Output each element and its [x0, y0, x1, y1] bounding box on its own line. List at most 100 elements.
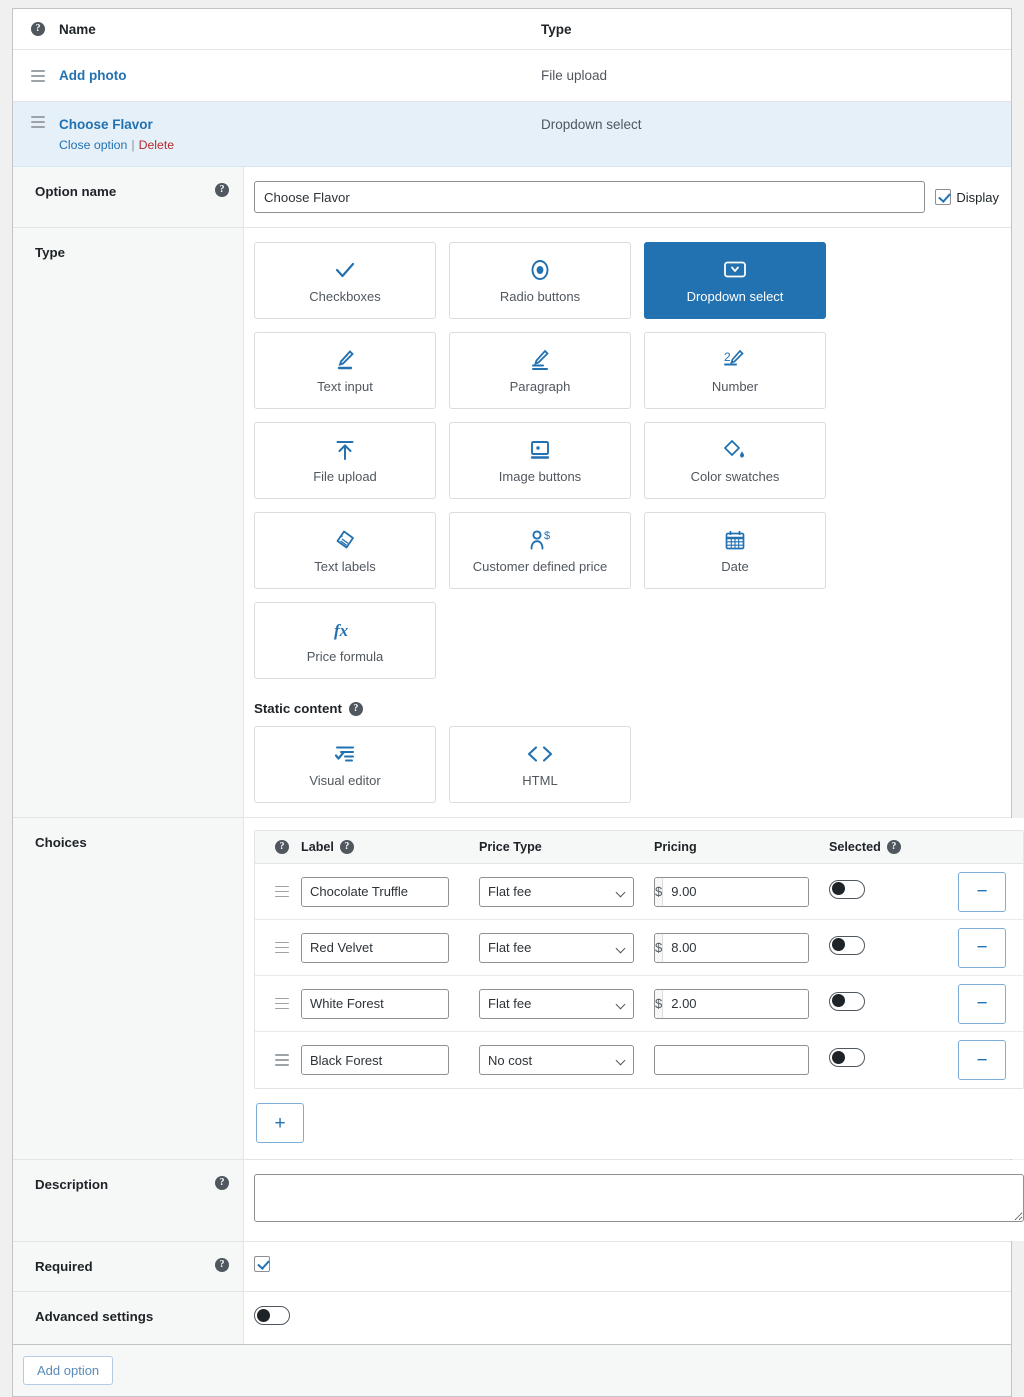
static-content-heading: Static content ?: [254, 701, 999, 716]
help-icon[interactable]: ?: [215, 1258, 229, 1272]
type-tile-text-labels[interactable]: Text labels: [254, 512, 436, 589]
advanced-settings-label: Advanced settings: [35, 1308, 153, 1325]
type-tile-radio-buttons[interactable]: Radio buttons: [449, 242, 631, 319]
choices-header-price-type: Price Type: [479, 840, 654, 854]
choice-price-input[interactable]: [663, 934, 809, 962]
choice-row: No cost −: [255, 1032, 1023, 1088]
choice-drag-handle-cell[interactable]: [263, 886, 301, 898]
static-tile-visual-editor[interactable]: Visual editor: [254, 726, 436, 803]
type-tile-number[interactable]: 2 Number: [644, 332, 826, 409]
remove-choice-button[interactable]: −: [958, 1040, 1006, 1080]
remove-choice-button[interactable]: −: [958, 984, 1006, 1024]
option-list-row[interactable]: Add photo File upload: [13, 50, 1011, 102]
add-option-button[interactable]: Add option: [23, 1356, 113, 1385]
description-textarea[interactable]: [254, 1174, 1024, 1222]
choice-action-cell: −: [949, 984, 1015, 1024]
type-tile-label: Dropdown select: [687, 290, 784, 303]
help-icon[interactable]: ?: [215, 1176, 229, 1190]
drag-handle-icon[interactable]: [31, 70, 45, 82]
choice-label-input[interactable]: [301, 1045, 449, 1075]
choice-price-group: $: [654, 877, 809, 907]
choice-price-type-select[interactable]: No cost: [479, 1045, 634, 1075]
type-label: Type: [35, 244, 65, 261]
choice-selected-toggle[interactable]: [829, 880, 865, 899]
option-name-label: Option name: [35, 183, 116, 200]
required-row: Required ?: [13, 1242, 1011, 1292]
drag-handle-icon[interactable]: [275, 1054, 289, 1066]
type-tile-paragraph[interactable]: Paragraph: [449, 332, 631, 409]
type-tile-price-formula[interactable]: fx Price formula: [254, 602, 436, 679]
currency-symbol: $: [655, 934, 663, 962]
choice-price-type-select[interactable]: Flat fee: [479, 989, 634, 1019]
display-checkbox-wrap[interactable]: Display: [935, 189, 999, 205]
type-tile-label: Color swatches: [691, 470, 780, 483]
svg-text:$: $: [544, 530, 550, 542]
choices-header-label-text: Label: [301, 840, 334, 854]
option-name-body: Display: [244, 167, 1011, 227]
type-tile-checkboxes[interactable]: Checkboxes: [254, 242, 436, 319]
required-checkbox[interactable]: [254, 1256, 270, 1272]
drag-handle-cell[interactable]: [13, 70, 59, 82]
static-tile-label: Visual editor: [309, 774, 380, 787]
choice-selected-toggle[interactable]: [829, 992, 865, 1011]
static-tile-html[interactable]: HTML: [449, 726, 631, 803]
remove-choice-button[interactable]: −: [958, 928, 1006, 968]
choice-row: Flat fee $: [255, 864, 1023, 920]
currency-symbol: $: [655, 990, 663, 1018]
choice-price-type-select[interactable]: Flat fee: [479, 933, 634, 963]
type-tile-color-swatches[interactable]: Color swatches: [644, 422, 826, 499]
choice-price-input[interactable]: [663, 878, 809, 906]
help-icon[interactable]: ?: [275, 840, 289, 854]
type-tile-dropdown-select[interactable]: Dropdown select: [644, 242, 826, 319]
advanced-settings-toggle[interactable]: [254, 1306, 290, 1325]
choice-price-type-select[interactable]: Flat fee: [479, 877, 634, 907]
type-tile-date[interactable]: Date: [644, 512, 826, 589]
choice-drag-handle-cell[interactable]: [263, 998, 301, 1010]
close-option-link[interactable]: Close option: [59, 138, 127, 152]
help-icon[interactable]: ?: [215, 183, 229, 197]
help-icon[interactable]: ?: [887, 840, 901, 854]
choice-label-cell: [301, 989, 479, 1019]
static-content-title: Static content: [254, 701, 342, 716]
choice-pricing-cell: [654, 1045, 829, 1075]
option-name-input[interactable]: [254, 181, 925, 213]
type-tile-image-buttons[interactable]: Image buttons: [449, 422, 631, 499]
choice-label-input[interactable]: [301, 933, 449, 963]
calendar-icon: [723, 528, 747, 552]
type-row: Type Checkboxes Radio buttons: [13, 228, 1011, 818]
choice-selected-cell: [829, 936, 949, 960]
option-list-row-selected[interactable]: Choose Flavor Close option|Delete Dropdo…: [13, 102, 1011, 167]
drag-handle-icon[interactable]: [275, 942, 289, 954]
add-choice-button[interactable]: +: [256, 1103, 304, 1143]
image-button-icon: [528, 438, 552, 462]
choice-label-input[interactable]: [301, 989, 449, 1019]
type-tile-customer-defined-price[interactable]: $ Customer defined price: [449, 512, 631, 589]
choice-selected-toggle[interactable]: [829, 936, 865, 955]
advanced-settings-row: Advanced settings: [13, 1292, 1011, 1344]
drag-handle-cell[interactable]: [13, 116, 59, 128]
choice-selected-toggle[interactable]: [829, 1048, 865, 1067]
option-link[interactable]: Add photo: [59, 67, 541, 85]
drag-handle-icon[interactable]: [31, 116, 45, 128]
help-icon[interactable]: ?: [31, 22, 45, 36]
help-icon[interactable]: ?: [349, 702, 363, 716]
pencil-lines-icon: [528, 348, 552, 372]
type-tile-file-upload[interactable]: File upload: [254, 422, 436, 499]
drag-handle-icon[interactable]: [275, 998, 289, 1010]
choice-drag-handle-cell[interactable]: [263, 942, 301, 954]
help-icon[interactable]: ?: [340, 840, 354, 854]
radio-button-icon: [529, 258, 551, 282]
pencil-underline-icon: [333, 348, 357, 372]
option-link[interactable]: Choose Flavor: [59, 116, 541, 134]
required-label-cell: Required ?: [13, 1242, 244, 1291]
display-checkbox[interactable]: [935, 189, 951, 205]
choice-price-input[interactable]: [663, 990, 809, 1018]
choices-header-selected: Selected ?: [829, 840, 949, 854]
advanced-settings-label-cell: Advanced settings: [13, 1292, 244, 1344]
type-tile-text-input[interactable]: Text input: [254, 332, 436, 409]
choice-label-input[interactable]: [301, 877, 449, 907]
choice-drag-handle-cell[interactable]: [263, 1054, 301, 1066]
drag-handle-icon[interactable]: [275, 886, 289, 898]
delete-option-link[interactable]: Delete: [139, 138, 175, 152]
remove-choice-button[interactable]: −: [958, 872, 1006, 912]
